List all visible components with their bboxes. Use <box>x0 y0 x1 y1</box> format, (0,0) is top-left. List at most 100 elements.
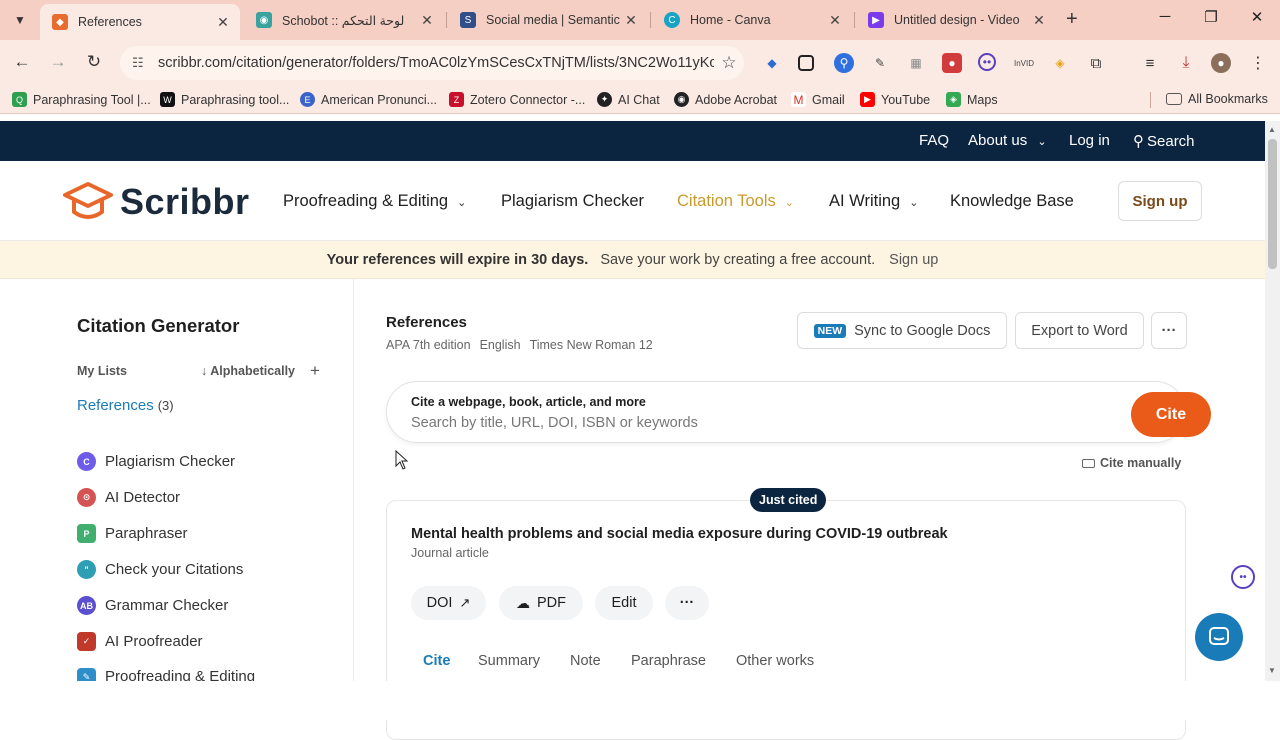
extension-invid-icon[interactable]: InVID <box>1014 53 1034 73</box>
my-lists-heading: My Lists <box>77 364 128 378</box>
tab-other-works[interactable]: Other works <box>736 653 814 669</box>
tab-untitled-design[interactable]: ▶ Untitled design - Video ✕ <box>856 4 1056 36</box>
restore-window-icon[interactable]: ❐ <box>1196 8 1226 26</box>
tool-check-citations[interactable]: " Check your Citations <box>77 560 243 579</box>
edit-button[interactable]: Edit <box>595 586 653 620</box>
search-link[interactable]: ⚲ Search <box>1133 132 1195 150</box>
scrollbar-thumb[interactable] <box>1268 139 1277 269</box>
bookmark-zotero-connector[interactable]: Z Zotero Connector -... <box>449 92 585 107</box>
forward-arrow-icon[interactable]: → <box>46 52 70 72</box>
tab-semantic-scholar[interactable]: S Social media | Semantic Scholar ✕ <box>448 4 648 36</box>
citation-search-box[interactable]: Cite a webpage, book, article, and more … <box>386 381 1211 443</box>
tab-references[interactable]: ◆ References ✕ <box>40 4 240 40</box>
download-icon[interactable]: ⤓ <box>1176 53 1196 73</box>
bookmark-star-icon[interactable]: ☆ <box>714 53 744 73</box>
about-us-dropdown[interactable]: About us ⌄ <box>968 132 1047 149</box>
banner-sign-up-link[interactable]: Sign up <box>889 252 938 268</box>
pdf-button[interactable]: ☁ PDF <box>499 586 583 620</box>
profile-avatar[interactable]: ● <box>1211 53 1231 73</box>
tool-ai-proofreader[interactable]: ✓ AI Proofreader <box>77 632 203 651</box>
bookmark-paraphrasing-tool-1[interactable]: Q Paraphrasing Tool |... <box>12 92 151 107</box>
close-tab-icon[interactable]: ✕ <box>622 12 640 29</box>
extension-assistant-icon[interactable]: •• <box>978 53 996 71</box>
address-bar[interactable]: ☷ scribbr.com/citation/generator/folders… <box>120 46 744 80</box>
tab-cite[interactable]: Cite <box>423 653 450 669</box>
sort-alphabetically-button[interactable]: ↓ Alphabetically <box>201 364 295 378</box>
extension-grid-icon[interactable]: ▦ <box>906 53 926 73</box>
add-list-plus-icon[interactable]: + <box>310 361 320 381</box>
cite-manually-button[interactable]: Cite manually <box>1082 456 1181 470</box>
citation-search-input[interactable] <box>411 413 1061 433</box>
tool-label: Proofreading & Editing <box>105 668 256 681</box>
scribbr-logo[interactable]: Scribbr <box>62 181 250 223</box>
tab-search-button[interactable]: ▼ <box>7 8 33 32</box>
browser-menu-icon[interactable]: ⋮ <box>1248 53 1268 73</box>
close-tab-icon[interactable]: ✕ <box>1030 12 1048 29</box>
login-link[interactable]: Log in <box>1069 132 1110 149</box>
bookmark-gmail[interactable]: M Gmail <box>791 92 845 107</box>
citation-font[interactable]: Times New Roman 12 <box>530 338 653 352</box>
extensions-puzzle-icon[interactable]: ⧉ <box>1086 53 1106 73</box>
back-arrow-icon[interactable]: ← <box>10 52 34 72</box>
menu-label: Citation Tools <box>677 192 776 210</box>
menu-citation-tools[interactable]: Citation Tools ⌄ <box>677 192 794 211</box>
menu-knowledge-base[interactable]: Knowledge Base <box>950 192 1074 211</box>
tab-schobot[interactable]: ◉ Schobot :: لوحة التحكم ✕ <box>244 4 444 36</box>
menu-proofreading-editing[interactable]: Proofreading & Editing ⌄ <box>283 192 466 211</box>
more-options-icon[interactable]: ··· <box>1151 312 1187 349</box>
menu-ai-writing[interactable]: AI Writing ⌄ <box>829 192 918 211</box>
menu-plagiarism-checker[interactable]: Plagiarism Checker <box>501 192 644 211</box>
assistant-floating-icon[interactable]: •• <box>1231 565 1255 589</box>
tab-canva-home[interactable]: C Home - Canva ✕ <box>652 4 852 36</box>
site-info-icon[interactable]: ☷ <box>132 55 152 71</box>
bookmark-american-pronunciation[interactable]: E American Pronunci... <box>300 92 437 107</box>
bookmark-paraphrasing-tool-2[interactable]: W Paraphrasing tool... <box>160 92 289 107</box>
tool-plagiarism-checker[interactable]: C Plagiarism Checker <box>77 452 235 471</box>
citation-settings[interactable]: APA 7th edition English Times New Roman 12 <box>386 338 662 352</box>
support-chat-button[interactable] <box>1195 613 1243 661</box>
extension-diamond-icon[interactable]: ◆ <box>762 53 782 73</box>
sign-up-button[interactable]: Sign up <box>1118 181 1202 221</box>
extension-record-icon[interactable]: ● <box>942 53 962 73</box>
bookmark-maps[interactable]: ◈ Maps <box>946 92 998 107</box>
close-window-icon[interactable]: ✕ <box>1242 8 1272 26</box>
faq-link[interactable]: FAQ <box>919 132 949 149</box>
pronunciation-icon: E <box>300 92 315 107</box>
tab-summary[interactable]: Summary <box>478 653 540 669</box>
tab-paraphrase[interactable]: Paraphrase <box>631 653 706 669</box>
all-bookmarks-folder[interactable]: All Bookmarks <box>1166 92 1268 106</box>
doi-link-button[interactable]: DOI ↗ <box>411 586 486 620</box>
tool-ai-detector[interactable]: ⊙ AI Detector <box>77 488 180 507</box>
close-tab-icon[interactable]: ✕ <box>214 14 232 31</box>
extension-square-icon[interactable] <box>798 55 814 71</box>
citation-style[interactable]: APA 7th edition <box>386 338 471 352</box>
bookmark-youtube[interactable]: ▶ YouTube <box>860 92 930 107</box>
tab-title: Social media | Semantic Scholar <box>486 13 622 27</box>
tool-grammar-checker[interactable]: AB Grammar Checker <box>77 596 228 615</box>
extension-link-icon[interactable]: ⚲ <box>834 53 854 73</box>
tool-paraphraser[interactable]: P Paraphraser <box>77 524 188 543</box>
cite-button[interactable]: Cite <box>1131 392 1211 437</box>
tab-note[interactable]: Note <box>570 653 601 669</box>
bookmark-ai-chat[interactable]: ✦ AI Chat <box>597 92 660 107</box>
scroll-up-arrow-icon[interactable]: ▲ <box>1268 125 1276 134</box>
extension-colorful-icon[interactable]: ◈ <box>1050 53 1070 73</box>
url-text[interactable]: scribbr.com/citation/generator/folders/T… <box>158 55 714 71</box>
sync-google-docs-button[interactable]: NEW Sync to Google Docs <box>797 312 1007 349</box>
export-word-button[interactable]: Export to Word <box>1015 312 1144 349</box>
minimize-window-icon[interactable]: ─ <box>1150 8 1180 25</box>
extension-pen-icon[interactable]: ✎ <box>870 53 890 73</box>
tool-proofreading-editing[interactable]: ✎ Proofreading & Editing <box>77 668 255 681</box>
card-more-options-icon[interactable]: ··· <box>665 586 709 620</box>
doi-label: DOI <box>426 595 453 611</box>
page-scrollbar[interactable]: ▲ ▼ <box>1265 121 1280 681</box>
list-item-references[interactable]: References (3) <box>77 397 174 414</box>
close-tab-icon[interactable]: ✕ <box>418 12 436 29</box>
citation-language[interactable]: English <box>480 338 521 352</box>
scroll-down-arrow-icon[interactable]: ▼ <box>1268 666 1276 675</box>
bookmark-adobe-acrobat[interactable]: ◉ Adobe Acrobat <box>674 92 777 107</box>
close-tab-icon[interactable]: ✕ <box>826 12 844 29</box>
new-tab-plus-icon[interactable]: + <box>1066 9 1078 29</box>
media-queue-icon[interactable]: ≡ <box>1140 53 1160 73</box>
reload-icon[interactable]: ↻ <box>82 52 106 72</box>
